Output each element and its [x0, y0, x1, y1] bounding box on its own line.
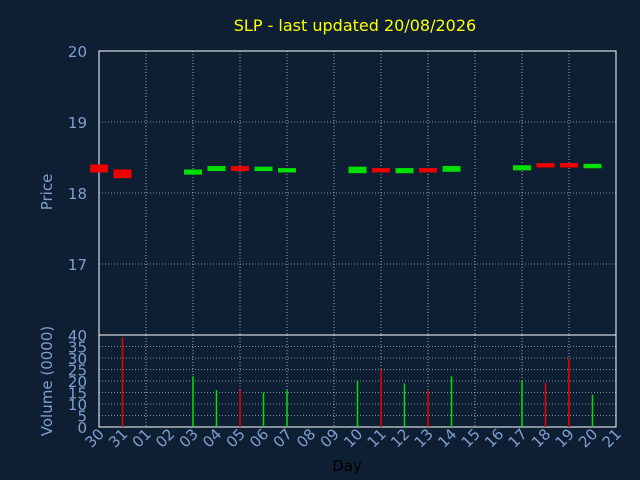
chart-background: [0, 0, 640, 480]
volume-bar: [356, 381, 359, 427]
price-axis-title: Price: [38, 174, 56, 211]
volume-bar: [427, 390, 429, 427]
volume-bar: [239, 390, 241, 427]
volume-bar: [591, 394, 594, 427]
volume-bar: [380, 369, 382, 427]
price-candle: [184, 169, 202, 175]
volume-bar: [568, 358, 570, 427]
volume-axis-title: Volume (0000): [38, 326, 56, 436]
volume-tick-label: 40: [68, 327, 87, 345]
price-candle: [395, 168, 414, 174]
x-axis: 3031010203040506070809101112131415161718…: [82, 425, 625, 451]
price-candle: [442, 165, 461, 172]
price-tick-label: 20: [68, 43, 87, 61]
volume-bar: [215, 390, 218, 427]
volume-bar: [403, 383, 406, 427]
chart-title: SLP - last updated 20/08/2026: [234, 16, 476, 35]
price-candle: [207, 165, 226, 172]
price-candle: [231, 165, 249, 172]
price-candle: [513, 165, 531, 171]
price-candle: [560, 163, 578, 168]
volume-bar: [450, 376, 453, 427]
volume-bar: [544, 383, 547, 427]
price-candle: [536, 163, 555, 168]
volume-bar: [192, 376, 194, 427]
price-candle: [348, 166, 367, 174]
x-axis-title: Day: [332, 457, 362, 475]
volume-bar: [286, 390, 288, 427]
volume-bar: [521, 381, 523, 427]
volume-bar: [262, 392, 265, 427]
stock-chart: SLP - last updated 20/08/2026 17181920 0…: [0, 0, 640, 480]
price-candle: [90, 164, 108, 173]
price-tick-label: 18: [68, 185, 87, 203]
price-candle: [254, 166, 273, 172]
volume-bar: [121, 337, 124, 427]
price-candle: [113, 169, 132, 179]
price-candle: [372, 168, 390, 173]
price-candle: [419, 168, 437, 173]
price-candle: [278, 168, 296, 173]
price-tick-label: 17: [68, 256, 87, 274]
price-candle: [583, 163, 602, 169]
price-tick-label: 19: [68, 114, 87, 132]
